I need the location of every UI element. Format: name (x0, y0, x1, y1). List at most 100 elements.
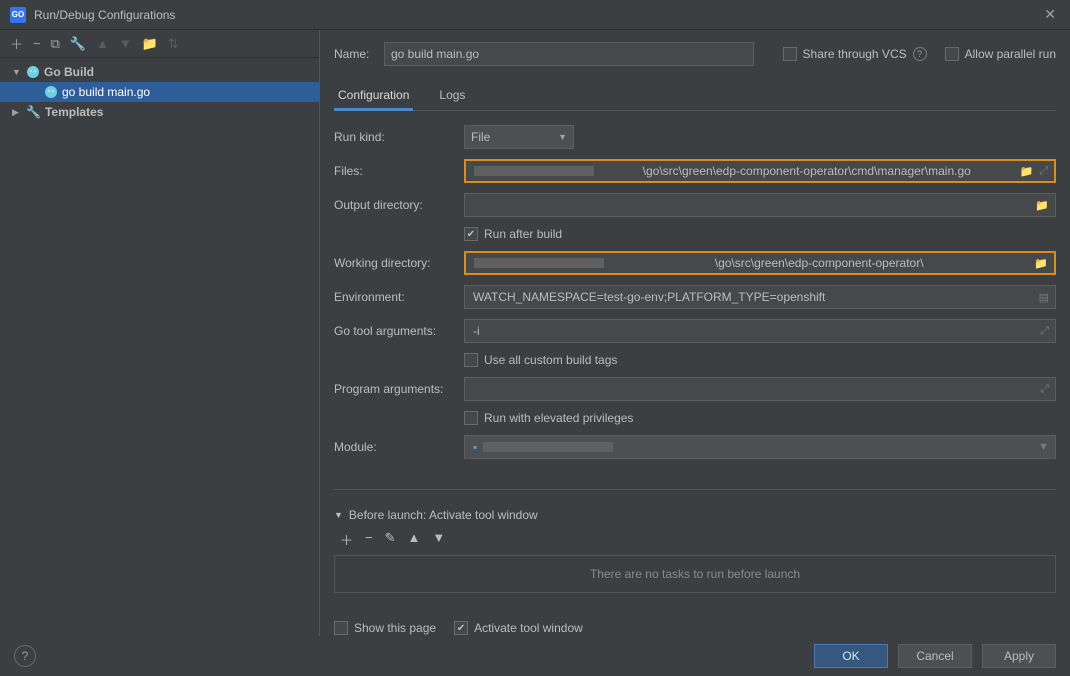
tree-item-label: go build main.go (62, 85, 150, 99)
checkbox-box: ✔ (454, 621, 468, 635)
run-after-build-checkbox[interactable]: ✔ Run after build (464, 227, 1056, 241)
before-launch-title: Before launch: Activate tool window (349, 508, 538, 522)
sidebar-toolbar: ＋ − ⧉ 🔧 ▲ ▼ 📁 ⇅ (0, 30, 319, 58)
checkbox-box (334, 621, 348, 635)
redacted-segment (474, 166, 594, 176)
config-tree: ▼ Go Build go build main.go ▶ 🔧 Template… (0, 58, 319, 636)
go-tool-args-label: Go tool arguments: (334, 324, 464, 338)
help-button[interactable]: ? (14, 645, 36, 667)
program-args-label: Program arguments: (334, 382, 464, 396)
remove-icon: − (365, 530, 373, 549)
module-icon: ▪ (473, 440, 477, 454)
cancel-button[interactable]: Cancel (898, 644, 972, 668)
share-vcs-label: Share through VCS (803, 47, 907, 61)
checkbox-box: ✔ (464, 227, 478, 241)
run-kind-value: File (471, 130, 490, 144)
before-launch-toolbar: ＋ − ✎ ▲ ▼ (334, 528, 1056, 555)
close-icon[interactable]: ✕ (1040, 2, 1060, 27)
before-launch-empty: There are no tasks to run before launch (334, 555, 1056, 593)
titlebar: GO Run/Debug Configurations ✕ (0, 0, 1070, 30)
footer: ? OK Cancel Apply (0, 636, 1070, 676)
browse-icon[interactable]: 📁 (1035, 199, 1049, 212)
environment-input[interactable]: WATCH_NAMESPACE=test-go-env;PLATFORM_TYP… (464, 285, 1056, 309)
expand-icon[interactable]: ⤢ (1039, 165, 1048, 178)
tabs: Configuration Logs (334, 82, 1056, 111)
files-value: \go\src\green\edp-component-operator\cmd… (594, 164, 1019, 178)
tab-logs[interactable]: Logs (435, 82, 469, 111)
output-dir-input[interactable]: 📁 (464, 193, 1056, 217)
working-dir-value: \go\src\green\edp-component-operator\ (604, 256, 1034, 270)
copy-icon[interactable]: ⧉ (51, 36, 60, 52)
checkbox-box (783, 47, 797, 61)
use-custom-tags-checkbox[interactable]: Use all custom build tags (464, 353, 1056, 367)
checkbox-box (464, 411, 478, 425)
apply-button[interactable]: Apply (982, 644, 1056, 668)
ok-button[interactable]: OK (814, 644, 888, 668)
files-input[interactable]: \go\src\green\edp-component-operator\cmd… (464, 159, 1056, 183)
allow-parallel-label: Allow parallel run (965, 47, 1056, 61)
add-icon[interactable]: ＋ (10, 34, 23, 53)
form: Run kind: File ▼ Files: \go\src\green\ed… (334, 125, 1056, 490)
tree-templates[interactable]: ▶ 🔧 Templates (0, 102, 319, 122)
move-down-icon: ▼ (432, 530, 445, 549)
checkbox-box (945, 47, 959, 61)
environment-label: Environment: (334, 290, 464, 304)
chevron-down-icon: ▼ (334, 510, 343, 520)
run-elevated-label: Run with elevated privileges (484, 411, 633, 425)
remove-icon[interactable]: − (33, 36, 41, 51)
chevron-right-icon: ▶ (12, 107, 22, 118)
move-up-icon: ▲ (408, 530, 421, 549)
tab-configuration[interactable]: Configuration (334, 82, 413, 111)
share-vcs-checkbox[interactable]: Share through VCS ? (783, 47, 927, 61)
list-icon[interactable]: ▤ (1039, 291, 1049, 304)
working-dir-input[interactable]: \go\src\green\edp-component-operator\ 📁 (464, 251, 1056, 275)
expand-icon[interactable]: ⤢ (1040, 383, 1049, 396)
activate-tool-label: Activate tool window (474, 621, 583, 635)
program-args-input[interactable]: ⤢ (464, 377, 1056, 401)
content-pane: Name: Share through VCS ? Allow parallel… (320, 30, 1070, 636)
name-label: Name: (334, 47, 374, 61)
sidebar: ＋ − ⧉ 🔧 ▲ ▼ 📁 ⇅ ▼ Go Build go build main… (0, 30, 320, 636)
tree-item-go-build-main[interactable]: go build main.go (0, 82, 319, 102)
wrench-icon: 🔧 (26, 105, 41, 119)
activate-tool-checkbox[interactable]: ✔ Activate tool window (454, 621, 583, 635)
run-elevated-checkbox[interactable]: Run with elevated privileges (464, 411, 1056, 425)
help-icon[interactable]: ? (913, 47, 927, 61)
browse-icon[interactable]: 📁 (1034, 257, 1048, 270)
run-after-build-label: Run after build (484, 227, 562, 241)
run-kind-label: Run kind: (334, 130, 464, 144)
module-select[interactable]: ▪ ▼ (464, 435, 1056, 459)
before-launch-header[interactable]: ▼ Before launch: Activate tool window (334, 508, 1056, 522)
chevron-down-icon: ▼ (12, 67, 22, 77)
environment-value: WATCH_NAMESPACE=test-go-env;PLATFORM_TYP… (473, 290, 1039, 304)
working-dir-label: Working directory: (334, 256, 464, 270)
go-tool-args-input[interactable]: -i ⤢ (464, 319, 1056, 343)
redacted-segment (474, 258, 604, 268)
before-launch-section: ▼ Before launch: Activate tool window ＋ … (334, 508, 1056, 593)
name-input[interactable] (384, 42, 754, 66)
redacted-segment (483, 442, 613, 452)
tree-templates-label: Templates (45, 105, 103, 119)
browse-icon[interactable]: 📁 (1019, 165, 1033, 178)
show-page-checkbox[interactable]: Show this page (334, 621, 436, 635)
tree-root-go-build[interactable]: ▼ Go Build (0, 62, 319, 82)
folder-icon[interactable]: 📁 (142, 36, 158, 52)
checkbox-box (464, 353, 478, 367)
sort-icon: ⇅ (168, 36, 179, 52)
window-title: Run/Debug Configurations (34, 8, 1040, 22)
tree-root-label: Go Build (44, 65, 94, 79)
wrench-icon[interactable]: 🔧 (70, 36, 86, 52)
expand-icon[interactable]: ⤢ (1040, 325, 1049, 338)
gopher-icon (26, 65, 40, 79)
allow-parallel-checkbox[interactable]: Allow parallel run (945, 47, 1056, 61)
show-page-label: Show this page (354, 621, 436, 635)
chevron-down-icon: ▼ (1038, 441, 1049, 453)
move-down-icon: ▼ (119, 36, 132, 51)
add-icon[interactable]: ＋ (340, 530, 353, 549)
chevron-down-icon: ▼ (558, 132, 567, 142)
use-custom-tags-label: Use all custom build tags (484, 353, 617, 367)
gopher-icon (44, 85, 58, 99)
files-label: Files: (334, 164, 464, 178)
go-tool-args-value: -i (473, 324, 1040, 338)
run-kind-select[interactable]: File ▼ (464, 125, 574, 149)
